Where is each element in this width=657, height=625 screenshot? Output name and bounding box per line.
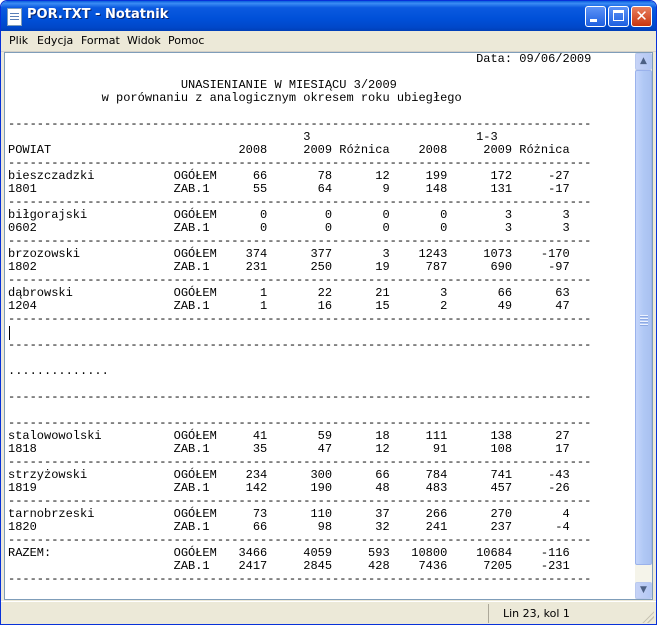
cursor-position: Lin 23, kol 1 xyxy=(503,607,570,620)
text-line: 1802 ZAB.1 231 250 19 787 690 -97 xyxy=(8,260,570,274)
text-line: POWIAT 2008 2009 Różnica 2008 2009 Różni… xyxy=(8,143,570,157)
text-line: stalowowolski OGÓŁEM 41 59 18 111 138 27 xyxy=(8,429,570,443)
vertical-scrollbar[interactable]: ▲ ▼ xyxy=(635,53,652,599)
text-line: 1819 ZAB.1 142 190 48 483 457 -26 xyxy=(8,481,570,495)
notepad-app-icon[interactable] xyxy=(7,8,22,26)
text-line: w porównaniu z analogicznym okresem roku… xyxy=(8,91,462,105)
menu-bar: Plik Edycja Format Widok Pomoc xyxy=(1,31,656,52)
text-line: brzozowski OGÓŁEM 374 377 3 1243 1073 -1… xyxy=(8,247,570,261)
text-line: Data: 09/06/2009 xyxy=(8,52,592,66)
text-line: RAZEM: OGÓŁEM 3466 4059 593 10800 10684 … xyxy=(8,546,570,560)
text-line: ----------------------------------------… xyxy=(8,273,592,287)
close-button[interactable]: ✕ xyxy=(631,6,652,27)
text-line: ----------------------------------------… xyxy=(8,533,592,547)
text-line: ----------------------------------------… xyxy=(8,390,592,404)
text-line: UNASIENIANIE W MIESIĄCU 3/2009 xyxy=(8,78,397,92)
close-icon: ✕ xyxy=(635,7,648,25)
menu-format[interactable]: Format xyxy=(81,34,120,47)
text-caret xyxy=(9,326,10,340)
arrow-up-icon: ▲ xyxy=(640,56,647,66)
maximize-icon xyxy=(613,10,624,21)
text-editor[interactable]: Data: 09/06/2009 UNASIENIANIE W MIESIĄCU… xyxy=(4,52,653,600)
resize-grip-icon[interactable] xyxy=(642,611,654,623)
maximize-button[interactable] xyxy=(608,6,629,27)
text-line: 3 1-3 xyxy=(8,130,498,144)
text-line: ----------------------------------------… xyxy=(8,338,592,352)
grip-icon xyxy=(640,315,648,327)
menu-pomoc[interactable]: Pomoc xyxy=(168,34,204,47)
text-line: ----------------------------------------… xyxy=(8,494,592,508)
text-line: .............. xyxy=(8,364,109,378)
notepad-window: POR.TXT - Notatnik ✕ Plik Edycja Format … xyxy=(0,0,657,625)
text-line: ----------------------------------------… xyxy=(8,234,592,248)
text-line: 1204 ZAB.1 1 16 15 2 49 47 xyxy=(8,299,570,313)
text-line: ----------------------------------------… xyxy=(8,195,592,209)
text-line: tarnobrzeski OGÓŁEM 73 110 37 266 270 4 xyxy=(8,507,570,521)
text-line: ----------------------------------------… xyxy=(8,117,592,131)
text-line: ----------------------------------------… xyxy=(8,572,592,586)
text-line: 0602 ZAB.1 0 0 0 0 3 3 xyxy=(8,221,570,235)
minimize-icon xyxy=(590,19,597,22)
text-line: strzyżowski OGÓŁEM 234 300 66 784 741 -4… xyxy=(8,468,570,482)
text-line: ----------------------------------------… xyxy=(8,156,592,170)
document-text[interactable]: Data: 09/06/2009 UNASIENIANIE W MIESIĄCU… xyxy=(8,53,591,586)
text-line: 1801 ZAB.1 55 64 9 148 131 -17 xyxy=(8,182,570,196)
text-line: ----------------------------------------… xyxy=(8,455,592,469)
text-line: bieszczadzki OGÓŁEM 66 78 12 199 172 -27 xyxy=(8,169,570,183)
status-divider xyxy=(488,604,489,623)
menu-widok[interactable]: Widok xyxy=(127,34,161,47)
scroll-thumb[interactable] xyxy=(635,70,652,565)
arrow-down-icon: ▼ xyxy=(640,585,647,595)
title-bar[interactable]: POR.TXT - Notatnik ✕ xyxy=(1,1,656,31)
menu-plik[interactable]: Plik xyxy=(9,34,28,47)
menu-edycja[interactable]: Edycja xyxy=(37,34,73,47)
text-line: 1818 ZAB.1 35 47 12 91 108 17 xyxy=(8,442,570,456)
text-line: ----------------------------------------… xyxy=(8,312,592,326)
scroll-up-button[interactable]: ▲ xyxy=(635,53,652,70)
window-title: POR.TXT - Notatnik xyxy=(27,7,169,22)
text-line: 1820 ZAB.1 66 98 32 241 237 -4 xyxy=(8,520,570,534)
text-line: ZAB.1 2417 2845 428 7436 7205 -231 xyxy=(8,559,570,573)
text-line: biłgorajski OGÓŁEM 0 0 0 0 3 3 xyxy=(8,208,570,222)
text-line: ----------------------------------------… xyxy=(8,416,592,430)
status-bar: Lin 23, kol 1 xyxy=(1,601,656,624)
text-line: dąbrowski OGÓŁEM 1 22 21 3 66 63 xyxy=(8,286,570,300)
scroll-down-button[interactable]: ▼ xyxy=(635,582,652,599)
minimize-button[interactable] xyxy=(585,6,606,27)
